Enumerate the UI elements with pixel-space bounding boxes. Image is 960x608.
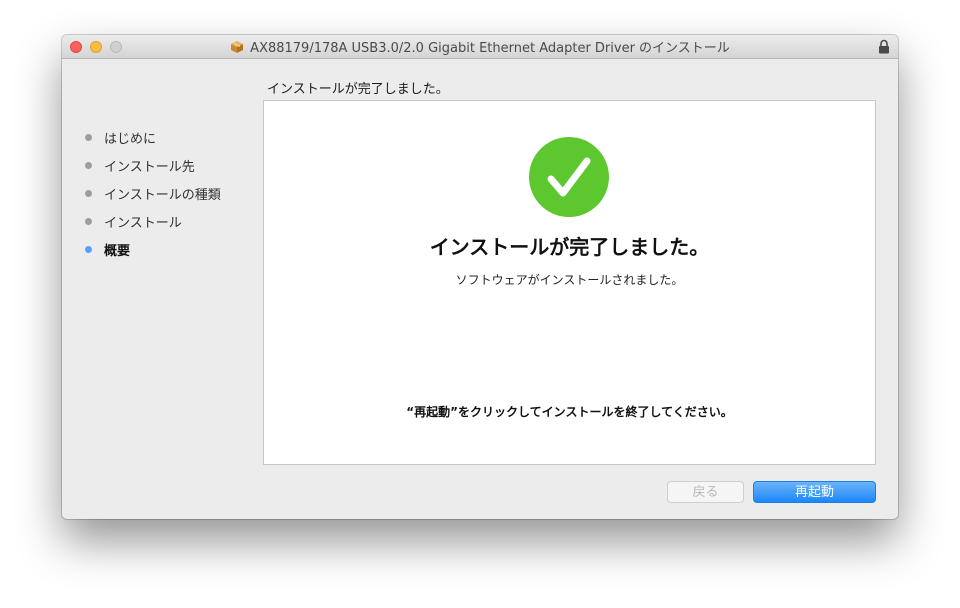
checkmark-icon <box>529 137 609 217</box>
sidebar-step-introduction: はじめに <box>82 123 262 151</box>
restart-button[interactable]: 再起動 <box>753 481 876 503</box>
sidebar-step-label: 概要 <box>104 243 131 259</box>
installer-steps-sidebar: はじめに インストール先 インストールの種類 インストール 概要 <box>82 123 262 263</box>
sidebar-step-label: インストールの種類 <box>104 187 221 203</box>
sidebar-step-label: はじめに <box>104 131 157 147</box>
window-title: AX88179/178A USB3.0/2.0 Gigabit Ethernet… <box>250 41 730 56</box>
step-bullet-icon <box>85 161 92 169</box>
package-icon <box>231 40 244 53</box>
sidebar-step-installation: インストール <box>82 207 262 235</box>
step-bullet-icon <box>85 133 92 141</box>
step-bullet-icon <box>85 217 92 225</box>
lock-icon <box>879 39 889 54</box>
sidebar-step-label: インストール <box>104 215 182 231</box>
installer-window: AX88179/178A USB3.0/2.0 Gigabit Ethernet… <box>62 35 898 519</box>
back-button[interactable]: 戻る <box>667 481 744 503</box>
completion-title: インストールが完了しました。 <box>429 235 710 259</box>
restart-instruction: “再起動”をクリックしてインストールを終了してください。 <box>406 405 733 419</box>
sidebar-step-destination: インストール先 <box>82 151 262 179</box>
sidebar-step-installation-type: インストールの種類 <box>82 179 262 207</box>
completion-subtitle: ソフトウェアがインストールされました。 <box>455 273 684 287</box>
step-bullet-icon <box>85 189 92 197</box>
sidebar-step-summary: 概要 <box>82 235 262 263</box>
title-bar: AX88179/178A USB3.0/2.0 Gigabit Ethernet… <box>62 35 898 59</box>
summary-panel: インストールが完了しました。 ソフトウェアがインストールされました。 “再起動”… <box>263 100 876 465</box>
installer-step-heading: インストールが完了しました。 <box>267 82 449 97</box>
step-bullet-active-icon <box>85 245 92 253</box>
sidebar-step-label: インストール先 <box>104 159 195 175</box>
